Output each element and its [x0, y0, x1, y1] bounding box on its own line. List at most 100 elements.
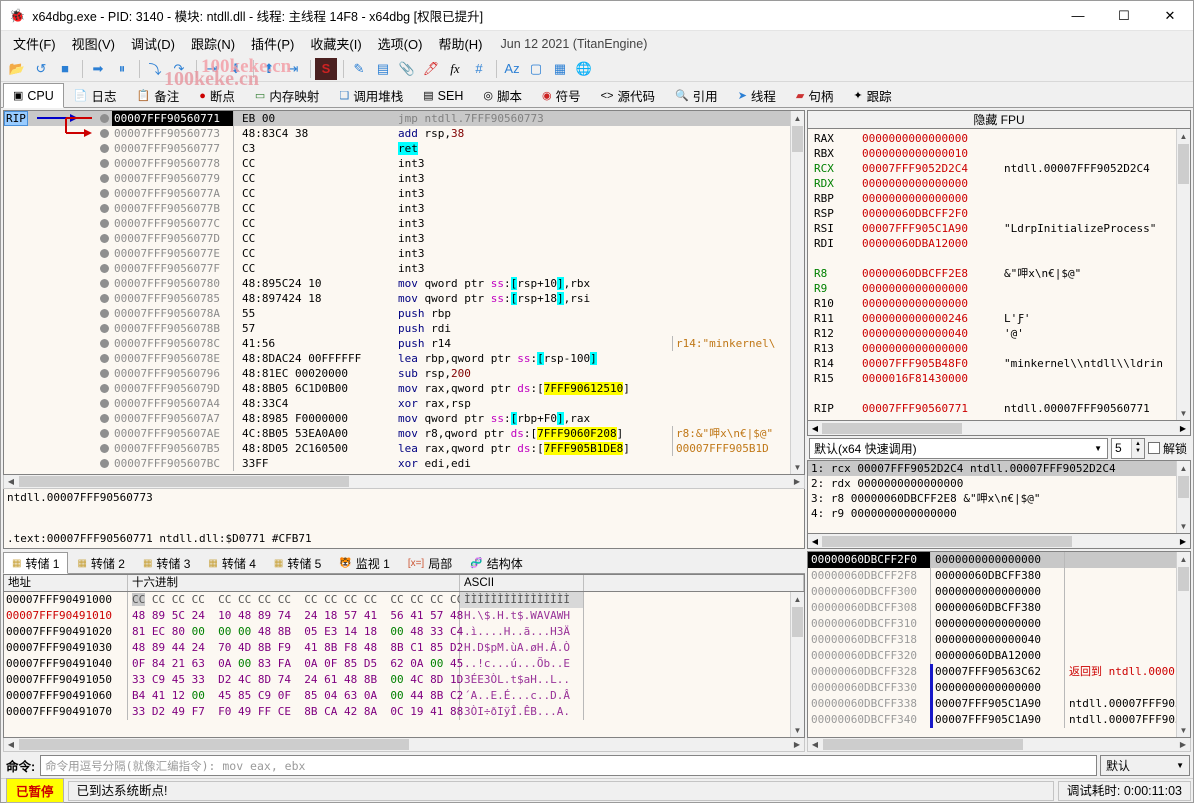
register-row[interactable]: R9 0000000000000000 [814, 281, 1176, 296]
run-to-user-code-icon[interactable]: ⬇ [225, 58, 247, 80]
breakpoint-column[interactable] [96, 249, 112, 258]
dump-row[interactable]: 00007FFF90491040 0F 84 21 63 0A 00 83 FA … [4, 656, 790, 672]
breakpoint-column[interactable] [96, 309, 112, 318]
dump-tab-结构体[interactable]: 🧬 结构体 [461, 552, 531, 573]
register-row[interactable]: RBP 0000000000000000 [814, 191, 1176, 206]
breakpoint-column[interactable] [96, 444, 112, 453]
disassembly-line[interactable]: 00007FFF9056078B 57 push rdi [4, 321, 790, 336]
scroll-track[interactable] [1177, 592, 1190, 723]
register-row[interactable]: RCX 00007FFF9052D2C4 ntdll.00007FFF9052D2C… [814, 161, 1176, 176]
breakpoint-column[interactable] [96, 459, 112, 468]
stack-row[interactable]: 00000060DBCFF328 00007FFF90563C62 返回到 ntdl… [808, 664, 1176, 680]
tab-符号[interactable]: ◉ 符号 [532, 83, 591, 107]
scroll-right-icon[interactable]: ▶ [790, 740, 804, 749]
hash-icon[interactable]: # [468, 58, 490, 80]
dump-tab-局部[interactable]: [x=] 局部 [399, 552, 461, 573]
dump-tab-监视 1[interactable]: 🐯 监视 1 [330, 552, 398, 573]
snowman-icon[interactable]: ▢ [525, 58, 547, 80]
breakpoint-column[interactable] [96, 324, 112, 333]
dump-row[interactable]: 00007FFF90491020 81 EC 80 00 00 00 48 8B … [4, 624, 790, 640]
scroll-track[interactable] [1177, 499, 1190, 519]
breakpoint-column[interactable] [96, 129, 112, 138]
register-row[interactable]: RIP 00007FFF90560771 ntdll.00007FFF9056077… [814, 401, 1176, 416]
registers-view[interactable]: RAX 0000000000000000 RBX 0000000000000010 RC… [807, 129, 1191, 421]
tab-源代码[interactable]: <> 源代码 [591, 83, 665, 107]
dump-row[interactable]: 00007FFF90491000 CC CC CC CC CC CC CC CC … [4, 592, 790, 608]
minimize-button[interactable]: — [1055, 1, 1101, 31]
disassembly-view[interactable]: RIP 00007FFF90560771 EB 00 jmp ntdll.7FFF90… [3, 110, 805, 475]
scroll-track[interactable] [1177, 185, 1190, 406]
menu-item-trace[interactable]: 跟踪(N) [183, 31, 243, 56]
disassembly-line[interactable]: 00007FFF9056077C CC int3 [4, 216, 790, 231]
stack-row[interactable]: 00000060DBCFF2F8 00000060DBCFF380 [808, 568, 1176, 584]
dump-row[interactable]: 00007FFF90491060 B4 41 12 00 45 85 C9 0F … [4, 688, 790, 704]
register-row[interactable]: RSP 00000060DBCFF2F0 [814, 206, 1176, 221]
menu-item-favourites[interactable]: 收藏夹(I) [302, 31, 369, 56]
menu-item-file[interactable]: 文件(F) [5, 31, 64, 56]
scroll-down-icon[interactable]: ▼ [1177, 723, 1190, 737]
scylla-icon[interactable]: S [315, 57, 337, 80]
hscroll-thumb[interactable] [19, 739, 409, 750]
disassembly-line[interactable]: 00007FFF905607BC 33FF xor edi,edi [4, 456, 790, 471]
scroll-up-icon[interactable]: ▲ [791, 592, 804, 606]
breakpoint-column[interactable] [96, 234, 112, 243]
breakpoint-dot-icon[interactable] [99, 204, 109, 213]
disassembly-line[interactable]: 00007FFF9056077B CC int3 [4, 201, 790, 216]
command-profile-select[interactable]: 默认 ▼ [1100, 755, 1190, 776]
menu-item-options[interactable]: 选项(O) [370, 31, 431, 56]
dump-rows[interactable]: 00007FFF90491000 CC CC CC CC CC CC CC CC … [4, 592, 790, 737]
globe-icon[interactable]: 🌐 [573, 58, 595, 80]
dump-hscrollbar[interactable]: ◀ ▶ [3, 738, 805, 752]
breakpoint-dot-icon[interactable] [99, 234, 109, 243]
stack-row[interactable]: 00000060DBCFF340 00007FFF905C1A90 ntdll.00… [808, 712, 1176, 728]
disassembly-line[interactable]: 00007FFF905607B5 48:8D05 2C160500 lea rax,… [4, 441, 790, 456]
highlight-mode-icon[interactable]: 🖊 [420, 58, 442, 80]
register-row[interactable]: R14 00007FFF905B48F0 "minkernel\\ntdll\\ld… [814, 356, 1176, 371]
breakpoint-column[interactable] [96, 399, 112, 408]
dump-view[interactable]: 00007FFF90491000 CC CC CC CC CC CC CC CC … [3, 591, 805, 738]
disassembly-line[interactable]: 00007FFF90560796 48:81EC 00020000 sub rsp,… [4, 366, 790, 381]
scroll-thumb[interactable] [1178, 144, 1189, 184]
scroll-right-icon[interactable]: ▶ [1176, 537, 1190, 546]
breakpoint-column[interactable] [96, 189, 112, 198]
register-row[interactable]: RBX 0000000000000010 [814, 146, 1176, 161]
tab-跟踪[interactable]: ✦ 跟踪 [843, 83, 901, 107]
breakpoint-column[interactable] [96, 294, 112, 303]
scroll-track[interactable] [791, 153, 804, 460]
maximize-button[interactable]: ☐ [1101, 1, 1147, 31]
restart-icon[interactable]: ↺ [30, 58, 52, 80]
breakpoint-dot-icon[interactable] [99, 384, 109, 393]
scroll-up-icon[interactable]: ▲ [1177, 461, 1190, 475]
breakpoint-dot-icon[interactable] [99, 189, 109, 198]
dump-tab-转储 3[interactable]: ▦ 转储 3 [134, 552, 199, 573]
dump-row[interactable]: 00007FFF90491030 48 89 44 24 70 4D 8B F9 … [4, 640, 790, 656]
functions-icon[interactable]: fx [444, 58, 466, 80]
breakpoint-dot-icon[interactable] [99, 219, 109, 228]
tab-断点[interactable]: ● 断点 [189, 83, 245, 107]
registers-header[interactable]: 隐藏 FPU [807, 110, 1191, 129]
tab-备注[interactable]: 📋 备注 [127, 83, 190, 107]
stack-row[interactable]: 00000060DBCFF320 00000060DBA12000 [808, 648, 1176, 664]
stack-vscrollbar[interactable]: ▲ ▼ [1176, 552, 1190, 737]
arguments-hscrollbar[interactable]: ◀ ▶ [807, 534, 1191, 549]
step-over-icon[interactable]: ↷ [168, 58, 190, 80]
scroll-down-icon[interactable]: ▼ [791, 723, 804, 737]
stack-row[interactable]: 00000060DBCFF308 00000060DBCFF380 [808, 600, 1176, 616]
breakpoint-dot-icon[interactable] [99, 159, 109, 168]
breakpoint-dot-icon[interactable] [99, 339, 109, 348]
stack-rows[interactable]: 00000060DBCFF2F0 0000000000000000 00000060… [808, 552, 1176, 737]
argument-row[interactable]: 4: r9 0000000000000000 [808, 506, 1176, 521]
breakpoint-dot-icon[interactable] [99, 369, 109, 378]
disassembly-vscrollbar[interactable]: ▲ ▼ [790, 111, 804, 474]
disassembly-line[interactable]: 00007FFF905607AE 4C:8B05 53EA0A00 mov r8,q… [4, 426, 790, 441]
register-row[interactable]: R10 0000000000000000 [814, 296, 1176, 311]
breakpoint-dot-icon[interactable] [99, 309, 109, 318]
registers-list[interactable]: RAX 0000000000000000 RBX 0000000000000010 RC… [808, 129, 1176, 420]
calculator-icon[interactable]: ▦ [549, 58, 571, 80]
tab-脚本[interactable]: ◎ 脚本 [473, 83, 532, 107]
disassembly-line[interactable]: 00007FFF9056078C 41:56 push r14 r14:"minker… [4, 336, 790, 351]
dump-header-extra[interactable] [584, 574, 804, 592]
breakpoint-column[interactable] [96, 339, 112, 348]
breakpoint-dot-icon[interactable] [99, 459, 109, 468]
font-icon[interactable]: Az [501, 58, 523, 80]
